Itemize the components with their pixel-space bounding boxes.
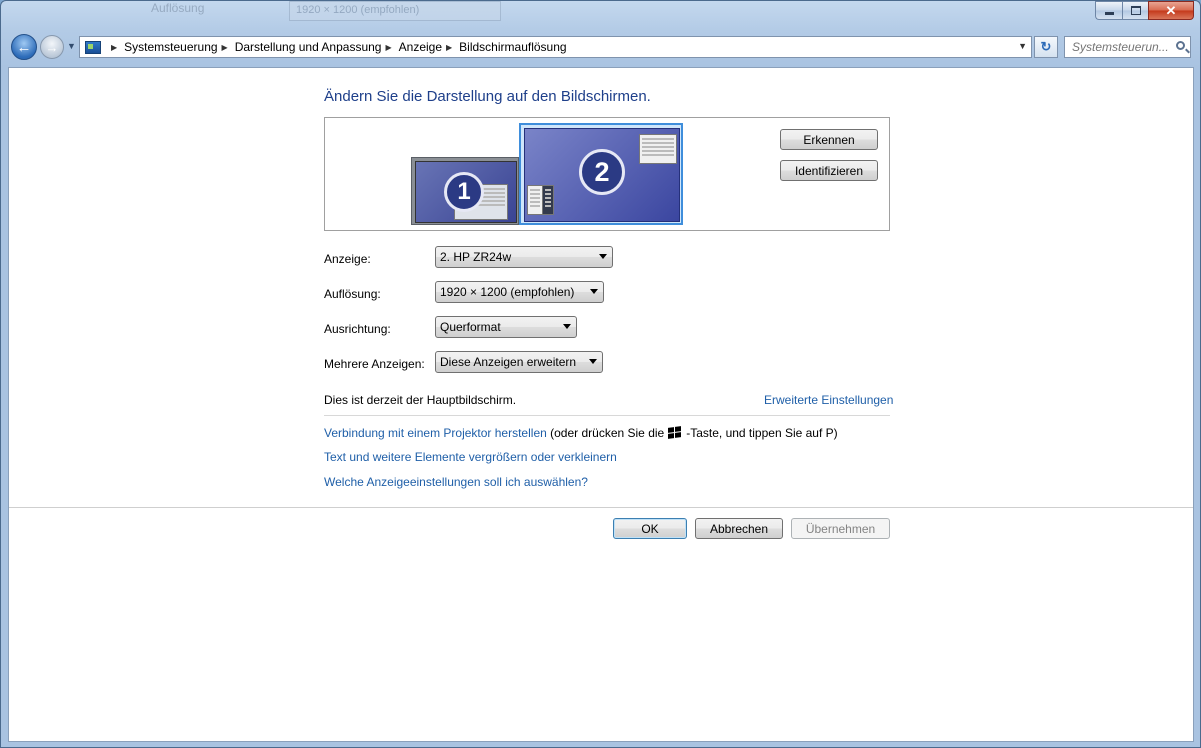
resolution-select-value: 1920 × 1200 (empfohlen) bbox=[440, 285, 575, 299]
caption-buttons: ✕ bbox=[1095, 1, 1194, 20]
maximize-icon bbox=[1130, 6, 1141, 15]
multiple-displays-select[interactable]: Diese Anzeigen erweitern bbox=[435, 351, 603, 373]
monitor-1-screen: 1 bbox=[415, 161, 517, 223]
chevron-right-icon[interactable]: ▶ bbox=[446, 43, 452, 52]
back-arrow-icon: ← bbox=[16, 38, 32, 56]
content-pane: Ändern Sie die Darstellung auf den Bilds… bbox=[8, 67, 1194, 742]
chevron-down-icon bbox=[590, 289, 598, 294]
close-icon: ✕ bbox=[1165, 2, 1177, 18]
detect-button[interactable]: Erkennen bbox=[780, 129, 878, 150]
background-ghost-dropdown: 1920 × 1200 (empfohlen) bbox=[289, 1, 501, 21]
which-settings-link[interactable]: Welche Anzeigeeinstellungen soll ich aus… bbox=[324, 475, 588, 489]
projector-row: Verbindung mit einem Projektor herstelle… bbox=[324, 426, 838, 440]
background-ghost-label: Auflösung bbox=[151, 1, 205, 15]
projector-hint-after: -Taste, und tippen Sie auf P) bbox=[686, 426, 838, 440]
cancel-button[interactable]: Abbrechen bbox=[695, 518, 783, 539]
chevron-down-icon bbox=[599, 254, 607, 259]
address-history-dropdown-icon[interactable]: ▼ bbox=[1018, 41, 1027, 51]
breadcrumb-bildschirmaufloesung[interactable]: Bildschirmauflösung bbox=[459, 40, 566, 54]
orientation-select[interactable]: Querformat bbox=[435, 316, 577, 338]
footer-divider bbox=[9, 507, 1193, 508]
breadcrumb-label: Darstellung und Anpassung bbox=[234, 40, 382, 54]
minimize-icon bbox=[1104, 12, 1114, 15]
recent-pages-dropdown-icon[interactable]: ▼ bbox=[67, 41, 76, 51]
breadcrumb-label: Bildschirmauflösung bbox=[459, 40, 567, 54]
monitor-2-selected[interactable]: 2 bbox=[519, 123, 683, 225]
monitor-2-gadget-thumbnail bbox=[542, 185, 554, 215]
breadcrumb-label: Anzeige bbox=[398, 40, 443, 54]
chevron-right-icon[interactable]: ▶ bbox=[222, 43, 228, 52]
monitor-2-window-thumbnail-small bbox=[527, 185, 543, 215]
search-icon[interactable] bbox=[1176, 41, 1185, 50]
text-size-link[interactable]: Text und weitere Elemente vergrößern ode… bbox=[324, 450, 617, 464]
monitor-2-number-badge: 2 bbox=[579, 149, 625, 195]
ok-button[interactable]: OK bbox=[613, 518, 687, 539]
refresh-button[interactable]: ↻ bbox=[1034, 36, 1058, 58]
forward-button[interactable]: → bbox=[40, 35, 64, 59]
resolution-label: Auflösung: bbox=[324, 287, 381, 301]
minimize-button[interactable] bbox=[1095, 1, 1122, 20]
multiple-displays-label: Mehrere Anzeigen: bbox=[324, 357, 425, 371]
search-input[interactable] bbox=[1072, 40, 1172, 54]
maximize-button[interactable] bbox=[1122, 1, 1148, 20]
forward-arrow-icon: → bbox=[45, 39, 59, 55]
projector-hint-before: (oder drücken Sie die bbox=[550, 426, 665, 440]
monitor-2-screen: 2 bbox=[524, 128, 680, 222]
primary-display-note: Dies ist derzeit der Hauptbildschirm. bbox=[324, 393, 517, 407]
display-select[interactable]: 2. HP ZR24w bbox=[435, 246, 613, 268]
display-select-value: 2. HP ZR24w bbox=[440, 250, 512, 264]
refresh-icon: ↻ bbox=[1040, 39, 1052, 54]
breadcrumb-darstellung[interactable]: Darstellung und Anpassung ▶ bbox=[235, 40, 399, 54]
breadcrumb-sep-root[interactable]: ▶ bbox=[107, 43, 124, 52]
chevron-down-icon bbox=[563, 324, 571, 329]
monitor-1[interactable]: 1 bbox=[411, 157, 519, 225]
chevron-right-icon: ▶ bbox=[111, 42, 118, 52]
multiple-displays-select-value: Diese Anzeigen erweitern bbox=[440, 355, 577, 369]
windows-logo-icon bbox=[668, 426, 682, 440]
apply-button[interactable]: Übernehmen bbox=[791, 518, 890, 539]
control-panel-icon bbox=[85, 40, 101, 54]
resolution-select[interactable]: 1920 × 1200 (empfohlen) bbox=[435, 281, 604, 303]
display-label: Anzeige: bbox=[324, 252, 371, 266]
monitor-2-window-thumbnail bbox=[639, 134, 677, 164]
divider bbox=[324, 415, 890, 416]
orientation-select-value: Querformat bbox=[440, 320, 501, 334]
chevron-right-icon[interactable]: ▶ bbox=[385, 43, 391, 52]
chevron-down-icon bbox=[589, 359, 597, 364]
back-button[interactable]: ← bbox=[11, 34, 37, 60]
orientation-label: Ausrichtung: bbox=[324, 322, 391, 336]
advanced-settings-link[interactable]: Erweiterte Einstellungen bbox=[764, 393, 893, 407]
breadcrumb-anzeige[interactable]: Anzeige ▶ bbox=[399, 40, 460, 54]
search-box[interactable] bbox=[1064, 36, 1191, 58]
projector-link[interactable]: Verbindung mit einem Projektor herstelle… bbox=[324, 426, 547, 440]
breadcrumb-systemsteuerung[interactable]: Systemsteuerung ▶ bbox=[124, 40, 235, 54]
control-panel-window: Auflösung 1920 × 1200 (empfohlen) ✕ ← → … bbox=[0, 0, 1201, 748]
page-title: Ändern Sie die Darstellung auf den Bilds… bbox=[324, 88, 651, 105]
close-button[interactable]: ✕ bbox=[1148, 1, 1194, 20]
background-ghost-value: 1920 × 1200 (empfohlen) bbox=[296, 4, 420, 16]
address-bar[interactable]: ▶ Systemsteuerung ▶ Darstellung und Anpa… bbox=[79, 36, 1032, 58]
monitor-1-number-badge: 1 bbox=[444, 172, 484, 212]
breadcrumb-label: Systemsteuerung bbox=[124, 40, 218, 54]
identify-button[interactable]: Identifizieren bbox=[780, 160, 878, 181]
